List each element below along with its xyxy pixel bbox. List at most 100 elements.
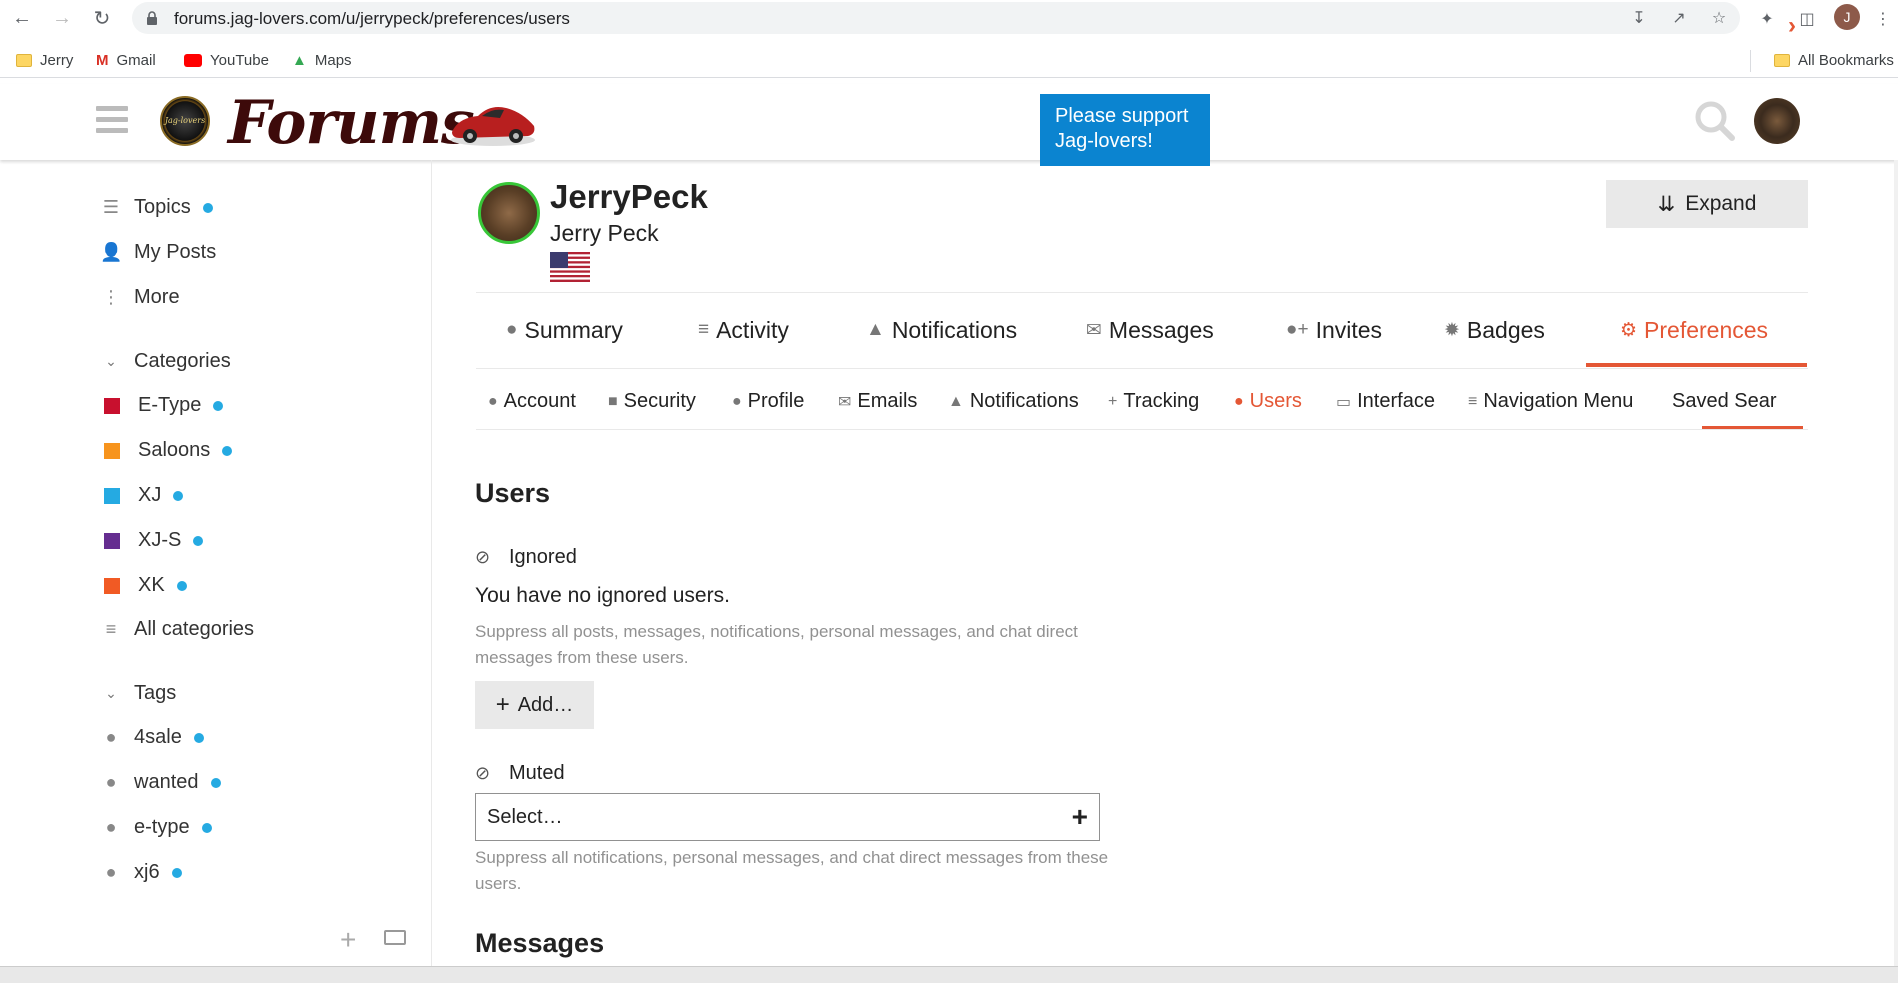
sidebar-item-xk[interactable]: XK (100, 574, 187, 597)
preferences-sub-nav: ● Account ■ Security ● Profile ✉ Emails ▲ Not… (476, 376, 1808, 430)
lock-icon (147, 11, 157, 25)
profile-username: JerryPeck (550, 178, 708, 215)
search-icon[interactable] (1694, 100, 1736, 142)
support-banner[interactable]: Please support Jag-lovers! (1040, 94, 1210, 166)
unread-dot (210, 777, 221, 788)
envelope-icon: ✉ (1086, 319, 1102, 341)
tab-activity[interactable]: ≡ Activity (698, 313, 789, 347)
sidebar-item-saloons[interactable]: Saloons (100, 439, 233, 462)
sidebar-item-tag-xj6[interactable]: ● xj6 (100, 861, 182, 884)
user-icon: ● (488, 392, 498, 410)
sidebar-item-tag-wanted[interactable]: ● wanted (100, 771, 221, 794)
keyboard-shortcuts-icon[interactable] (384, 930, 406, 945)
lock-icon: ■ (608, 392, 618, 410)
muted-help-text: Suppress all notifications, personal mes… (475, 848, 1109, 893)
tab-invites[interactable]: ●+ Invites (1286, 313, 1382, 347)
menu-icon[interactable]: ⋮ (1872, 8, 1894, 30)
bookmark-jerry[interactable]: Jerry (16, 52, 73, 69)
unread-dot (173, 490, 184, 501)
share-icon[interactable]: ↗ (1668, 7, 1690, 29)
address-bar[interactable]: forums.jag-lovers.com/u/jerrypeck/prefer… (132, 2, 1740, 34)
tags-heading[interactable]: ⌄ Tags (100, 682, 176, 705)
extensions-icon[interactable]: ✦ (1756, 8, 1778, 30)
url-text: forums.jag-lovers.com/u/jerrypeck/prefer… (174, 9, 570, 28)
profile-full-name: Jerry Peck (550, 220, 659, 246)
divider (1750, 50, 1751, 72)
subtab-users[interactable]: ● Users (1234, 390, 1302, 413)
subtab-account[interactable]: ● Account (488, 390, 576, 413)
plus-icon: + (1108, 392, 1118, 410)
back-icon[interactable]: ← (10, 6, 34, 30)
sidebar-item-my-posts[interactable]: 👤 My Posts (100, 241, 216, 264)
logo-text[interactable]: Forums (228, 88, 475, 158)
tag-icon: ● (105, 727, 117, 747)
ignored-label: ⊘ Ignored (475, 546, 577, 568)
muted-users-select[interactable]: Select… + (475, 793, 1100, 841)
scrollbar[interactable] (1894, 160, 1898, 966)
tag-icon: ● (105, 817, 117, 837)
more-vertical-icon: ⋮ (102, 287, 120, 307)
logo-badge[interactable]: Jag-lovers (160, 96, 210, 146)
subtab-emails[interactable]: ✉ Emails (838, 390, 917, 413)
profile-main-nav: ● Summary ≡ Activity ▲ Notifications ✉ Messa… (476, 292, 1808, 369)
star-icon[interactable]: ☆ (1708, 7, 1730, 29)
eye-slash-icon: ⊘ (475, 547, 491, 567)
add-ignored-user-button[interactable]: + Add… (475, 681, 594, 729)
us-flag-icon (550, 252, 590, 282)
chevron-right-icon[interactable]: › (1788, 12, 1796, 40)
expand-button[interactable]: ⇊ Expand (1606, 180, 1808, 228)
bookmark-youtube[interactable]: YouTube (184, 52, 269, 69)
tab-summary[interactable]: ● Summary (506, 313, 623, 347)
add-section-icon[interactable]: + (340, 924, 356, 956)
sidebar-item-more[interactable]: ⋮ More (100, 286, 180, 309)
subtab-tracking[interactable]: + Tracking (1108, 390, 1199, 413)
tab-badges[interactable]: ✹ Badges (1444, 313, 1545, 347)
sidebar-item-e-type[interactable]: E-Type (100, 394, 224, 417)
subtab-navigation-menu[interactable]: ≡ Navigation Menu (1468, 390, 1633, 413)
profile-avatar[interactable] (478, 182, 540, 244)
active-subtab-indicator (1702, 426, 1803, 429)
tab-preferences[interactable]: ⚙ Preferences (1620, 313, 1768, 347)
messages-section-title: Messages (475, 928, 605, 958)
bell-icon: ▲ (948, 392, 964, 410)
badge-icon: ✹ (1444, 319, 1460, 341)
sidebar-item-xj-s[interactable]: XJ-S (100, 529, 204, 552)
users-icon: ● (1234, 392, 1244, 410)
no-ignored-text: You have no ignored users. (475, 584, 730, 607)
download-icon[interactable]: ↧ (1628, 7, 1650, 29)
sidebar-item-all-categories[interactable]: ≡ All categories (100, 618, 254, 641)
side-panel-icon[interactable]: ◫ (1796, 8, 1818, 30)
bookmark-gmail[interactable]: M Gmail (96, 52, 156, 69)
subtab-saved-searches[interactable]: Saved Sear (1672, 390, 1777, 413)
sidebar-item-tag-4sale[interactable]: ● 4sale (100, 726, 204, 749)
tag-icon: ● (105, 772, 117, 792)
tab-notifications[interactable]: ▲ Notifications (866, 313, 1017, 347)
subtab-security[interactable]: ■ Security (608, 390, 696, 413)
all-bookmarks[interactable]: All Bookmarks (1774, 52, 1894, 69)
car-logo-icon (451, 107, 535, 146)
browser-toolbar: ← → ↻ forums.jag-lovers.com/u/jerrypeck/… (0, 0, 1898, 36)
category-color-swatch (104, 532, 120, 549)
subtab-interface[interactable]: ▭ Interface (1336, 390, 1435, 413)
forward-icon[interactable]: → (50, 6, 74, 30)
plus-icon: + (495, 691, 510, 718)
list-icon: ≡ (105, 619, 117, 639)
reload-icon[interactable]: ↻ (90, 6, 114, 30)
unread-dot (176, 580, 187, 591)
hamburger-menu-icon[interactable] (96, 106, 128, 136)
unread-dot (201, 822, 212, 833)
sidebar-item-topics[interactable]: ☰ Topics (100, 196, 213, 219)
user-icon: ● (506, 319, 518, 340)
browser-profile-avatar[interactable]: J (1834, 4, 1860, 30)
subtab-notifications[interactable]: ▲ Notifications (948, 390, 1079, 413)
gmail-icon: M (96, 52, 109, 69)
user-avatar[interactable] (1754, 98, 1800, 144)
sidebar-item-tag-e-type[interactable]: ● e-type (100, 816, 212, 839)
category-color-swatch (104, 442, 120, 459)
sidebar-item-xj[interactable]: XJ (100, 484, 184, 507)
tab-messages[interactable]: ✉ Messages (1086, 313, 1214, 347)
category-color-swatch (104, 487, 120, 504)
bookmark-maps[interactable]: ▲ Maps (292, 52, 352, 69)
categories-heading[interactable]: ⌄ Categories (100, 350, 231, 373)
subtab-profile[interactable]: ● Profile (732, 390, 804, 413)
